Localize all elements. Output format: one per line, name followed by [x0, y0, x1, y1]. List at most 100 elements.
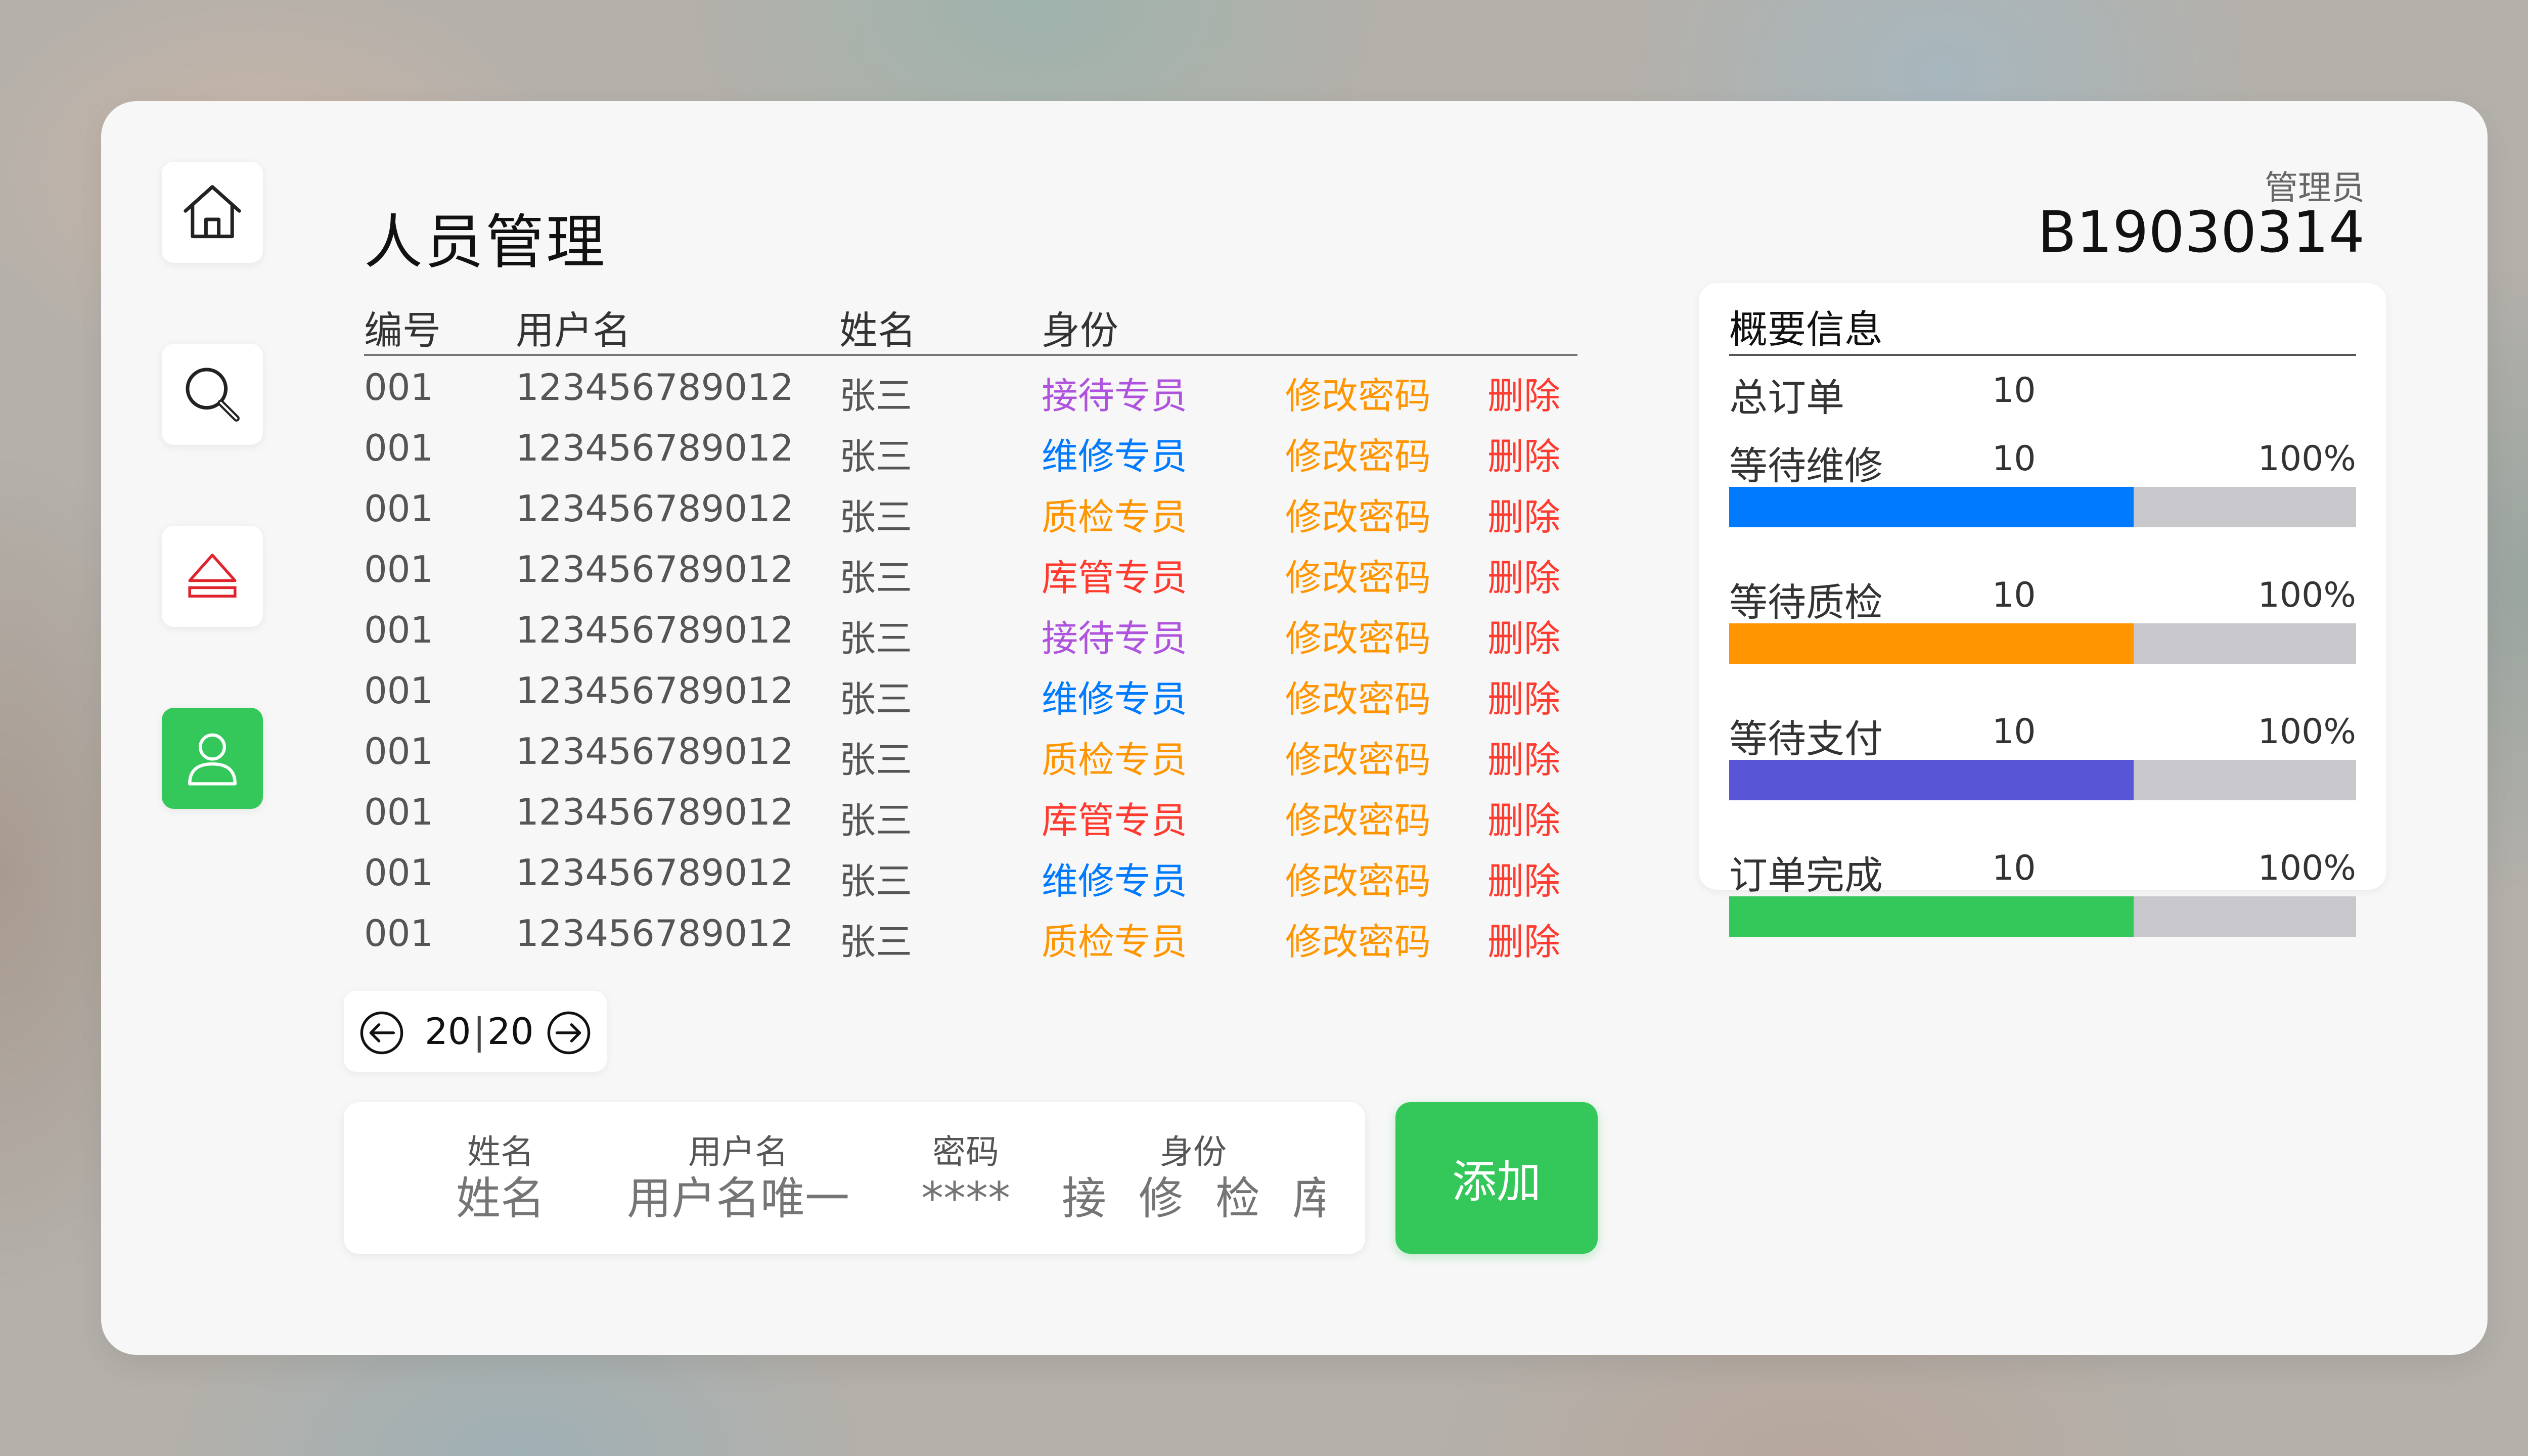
row-name: 张三 [839, 496, 913, 538]
username-input[interactable] [612, 1172, 865, 1224]
summary-item-percent: 100% [2258, 439, 2356, 479]
change-password-button[interactable]: 修改密码 [1285, 427, 1431, 480]
delete-button[interactable]: 删除 [1487, 366, 1560, 419]
nav-search-button[interactable] [162, 344, 263, 445]
row-role: 库管专员 [1042, 557, 1188, 599]
nav-home-button[interactable] [162, 162, 263, 263]
row-id: 001 [364, 427, 434, 469]
name-field: 姓名 [404, 1125, 597, 1224]
staff-table: 编号 用户名 姓名 身份 001 123456789012 张三 接待专员 修改密码 删除… [364, 293, 1577, 963]
name-field-label: 姓名 [467, 1132, 534, 1171]
password-field: 密码 [895, 1125, 1036, 1224]
summary-progress-bar [1729, 623, 2356, 664]
summary-total-label: 总订单 [1729, 375, 1844, 420]
table-row: 001 123456789012 张三 维修专员 修改密码 删除 [364, 417, 1577, 480]
next-page-button[interactable] [546, 1010, 592, 1056]
change-password-button[interactable]: 修改密码 [1285, 730, 1431, 783]
column-header-id: 编号 [364, 308, 441, 353]
change-password-button[interactable]: 修改密码 [1285, 791, 1431, 844]
password-input[interactable] [895, 1172, 1036, 1224]
role-field: 身份 [1062, 1125, 1325, 1224]
table-body: 001 123456789012 张三 接待专员 修改密码 删除 001 1234567890… [364, 356, 1577, 963]
summary-item-label: 订单完成 [1729, 853, 1883, 898]
table-header: 编号 用户名 姓名 身份 [364, 293, 1577, 356]
row-username: 123456789012 [516, 609, 794, 651]
nav-eject-button[interactable] [162, 526, 263, 627]
delete-button[interactable]: 删除 [1487, 669, 1560, 722]
delete-button[interactable]: 删除 [1487, 730, 1560, 783]
search-icon [186, 368, 240, 422]
summary-progress-fill [1729, 896, 2134, 937]
table-row: 001 123456789012 张三 质检专员 修改密码 删除 [364, 720, 1577, 781]
row-id: 001 [364, 730, 434, 772]
summary-item-row: 等待质检 10 100% [1729, 571, 2356, 632]
row-role: 质检专员 [1042, 739, 1188, 781]
prev-page-button[interactable] [359, 1010, 404, 1056]
username-field: 用户名 [612, 1125, 865, 1224]
summary-progress-bar [1729, 896, 2356, 937]
delete-button[interactable]: 删除 [1487, 548, 1560, 601]
page-current: 20 [425, 1010, 471, 1053]
change-password-button[interactable]: 修改密码 [1285, 851, 1431, 904]
change-password-button[interactable]: 修改密码 [1285, 609, 1431, 662]
row-id: 001 [364, 791, 434, 833]
summary-item-row: 订单完成 10 100% [1729, 844, 2356, 905]
delete-button[interactable]: 删除 [1487, 791, 1560, 844]
row-id: 001 [364, 851, 434, 894]
summary-item-label: 等待质检 [1729, 580, 1883, 625]
row-username: 123456789012 [516, 427, 794, 469]
row-id: 001 [364, 912, 434, 954]
summary-progress-fill [1729, 487, 2134, 527]
change-password-button[interactable]: 修改密码 [1285, 487, 1431, 540]
summary-item-row: 等待维修 10 100% [1729, 435, 2356, 495]
row-role: 维修专员 [1042, 678, 1188, 720]
row-role: 接待专员 [1042, 375, 1188, 417]
table-row: 001 123456789012 张三 维修专员 修改密码 删除 [364, 659, 1577, 720]
row-name: 张三 [839, 375, 913, 417]
row-name: 张三 [839, 921, 913, 963]
summary-item-row: 等待支付 10 100% [1729, 708, 2356, 768]
row-role: 库管专员 [1042, 799, 1188, 842]
delete-button[interactable]: 删除 [1487, 851, 1560, 904]
nav-user-button[interactable] [162, 708, 263, 809]
change-password-button[interactable]: 修改密码 [1285, 669, 1431, 722]
page-indicator: 20|20 [425, 1010, 534, 1053]
row-id: 001 [364, 366, 434, 408]
summary-item-value: 10 [1992, 439, 2036, 479]
row-role: 质检专员 [1042, 921, 1188, 963]
row-role: 质检专员 [1042, 496, 1188, 538]
delete-button[interactable]: 删除 [1487, 609, 1560, 662]
row-name: 张三 [839, 557, 913, 599]
table-row: 001 123456789012 张三 质检专员 修改密码 删除 [364, 902, 1577, 963]
table-row: 001 123456789012 张三 库管专员 修改密码 删除 [364, 538, 1577, 599]
change-password-button[interactable]: 修改密码 [1285, 912, 1431, 965]
add-button[interactable]: 添加 [1395, 1102, 1598, 1254]
summary-progress-bar [1729, 487, 2356, 527]
column-header-username: 用户名 [516, 308, 631, 353]
username-field-label: 用户名 [688, 1132, 788, 1171]
home-icon [184, 185, 241, 239]
name-input[interactable] [404, 1172, 597, 1224]
table-row: 001 123456789012 张三 接待专员 修改密码 删除 [364, 356, 1577, 417]
pagination: 20|20 [344, 991, 607, 1072]
summary-progress-fill [1729, 760, 2134, 800]
role-input[interactable] [1062, 1172, 1325, 1224]
user-id: B19030314 [2038, 200, 2365, 265]
row-name: 张三 [839, 799, 913, 842]
row-id: 001 [364, 669, 434, 712]
summary-item-value: 10 [1992, 712, 2036, 752]
delete-button[interactable]: 删除 [1487, 912, 1560, 965]
summary-progress-fill [1729, 623, 2134, 664]
row-name: 张三 [839, 860, 913, 902]
row-id: 001 [364, 487, 434, 530]
column-header-role: 身份 [1042, 308, 1118, 353]
delete-button[interactable]: 删除 [1487, 487, 1560, 540]
user-icon [188, 733, 237, 786]
delete-button[interactable]: 删除 [1487, 427, 1560, 480]
change-password-button[interactable]: 修改密码 [1285, 366, 1431, 419]
summary-item-percent: 100% [2258, 575, 2356, 615]
row-role: 接待专员 [1042, 617, 1188, 660]
row-username: 123456789012 [516, 487, 794, 530]
change-password-button[interactable]: 修改密码 [1285, 548, 1431, 601]
row-username: 123456789012 [516, 669, 794, 712]
